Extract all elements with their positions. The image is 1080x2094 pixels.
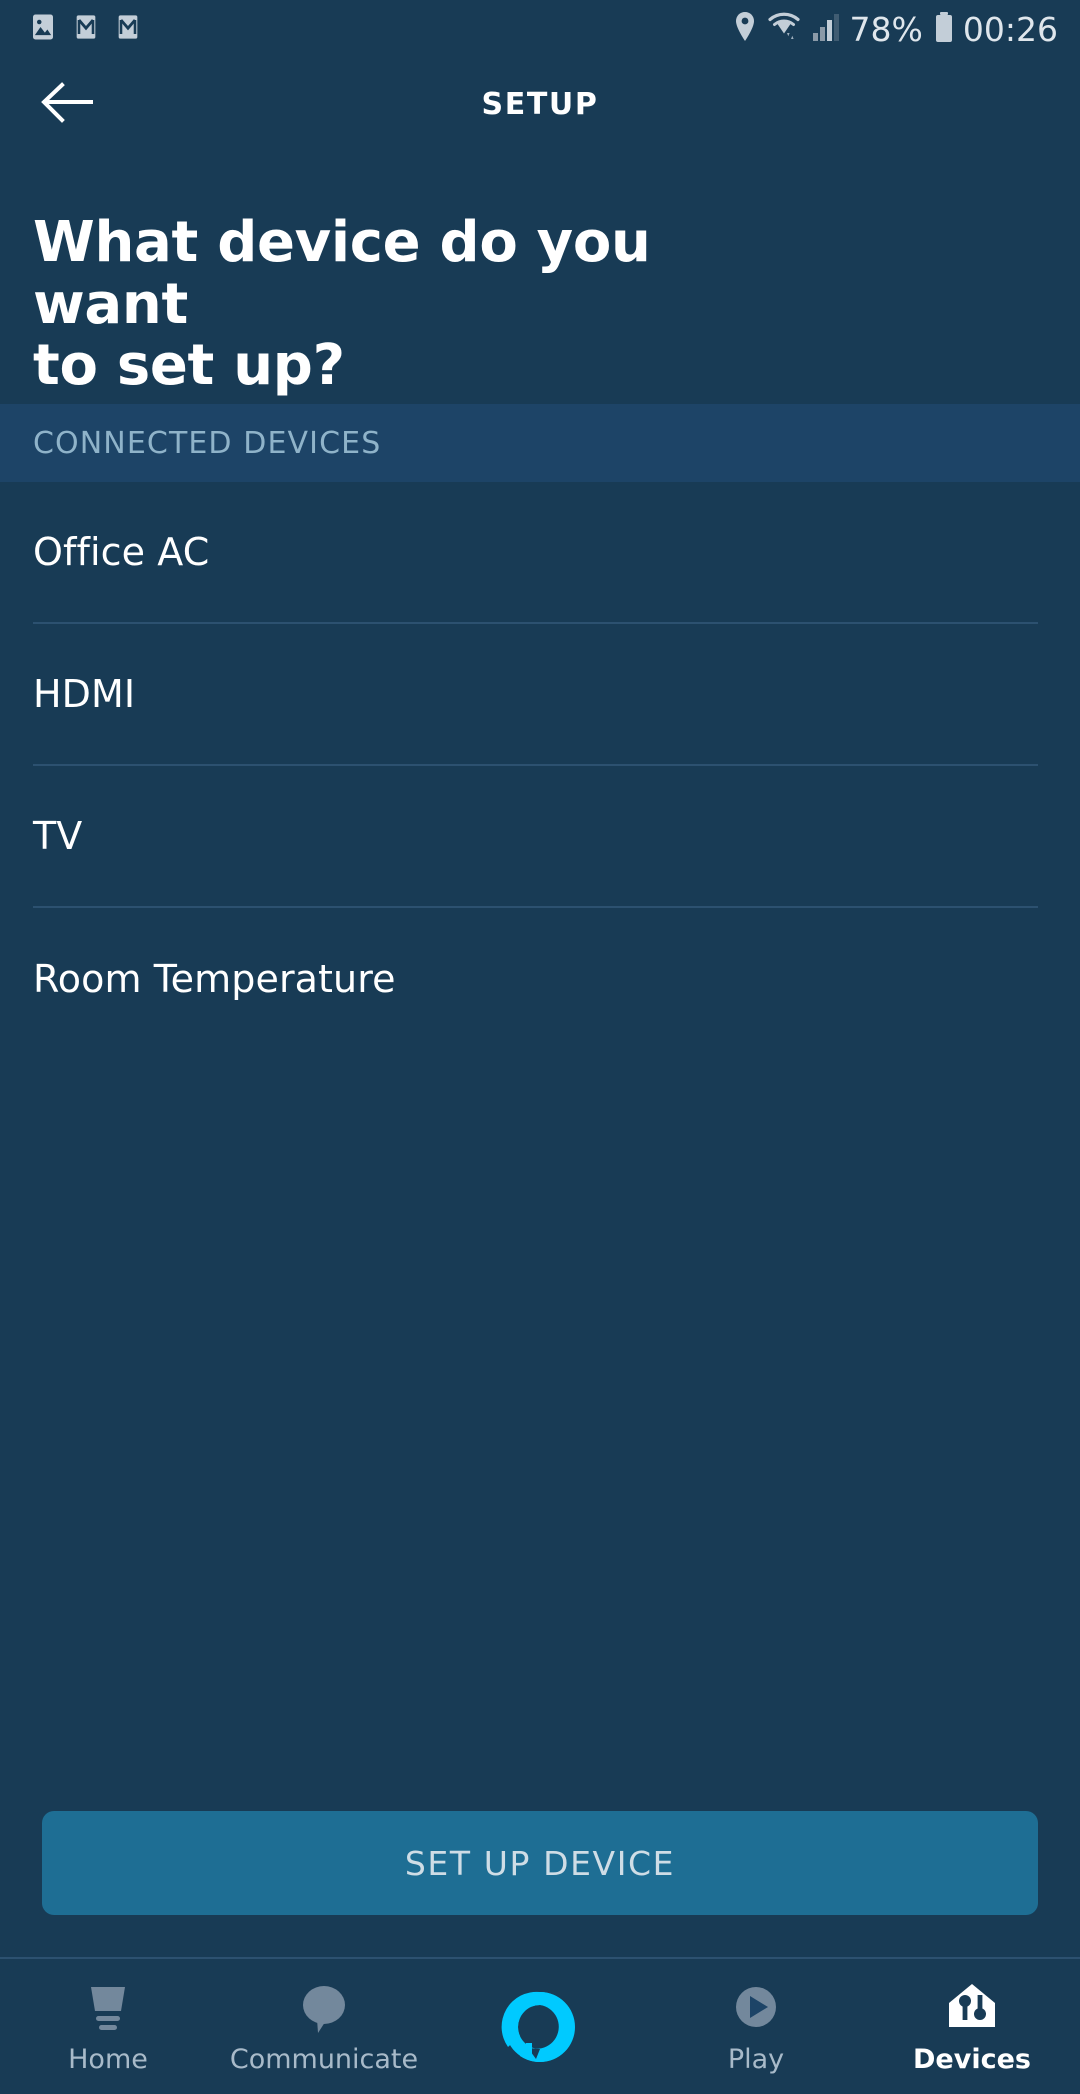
gmail-icon: [72, 12, 100, 46]
status-bar-left-icons: [28, 12, 142, 46]
heading-section: What device do you want to set up?: [0, 150, 1080, 404]
nav-item-devices[interactable]: Devices: [864, 1959, 1080, 2094]
nav-item-communicate[interactable]: Communicate: [216, 1959, 432, 2094]
nav-item-alexa[interactable]: Alexa: [432, 1959, 648, 2094]
gmail-icon: [114, 12, 142, 46]
cell-signal-icon: [811, 11, 841, 47]
clock-label: 00:26: [962, 9, 1058, 49]
alexa-ring-icon: [498, 1991, 582, 2062]
back-button[interactable]: [34, 71, 100, 137]
heading-line-1: What device do you want: [33, 210, 651, 337]
heading-line-2: to set up?: [33, 333, 345, 399]
device-name-label: TV: [33, 814, 83, 858]
page-title: SETUP: [481, 86, 599, 122]
setup-question-heading: What device do you want to set up?: [33, 212, 673, 397]
device-name-label: Office AC: [33, 530, 210, 574]
device-name-label: HDMI: [33, 672, 136, 716]
nav-label-play: Play: [727, 2044, 785, 2075]
cta-container: SET UP DEVICE: [0, 1811, 1080, 1957]
play-circle-icon: [727, 1980, 785, 2038]
image-icon: [28, 12, 58, 46]
location-pin-icon: [733, 11, 757, 47]
device-list: Office AC HDMI TV Room Temperature: [0, 482, 1080, 1811]
connected-devices-section-header: CONNECTED DEVICES: [0, 404, 1080, 482]
battery-percent-label: 78%: [849, 9, 923, 49]
device-name-label: Room Temperature: [33, 957, 396, 1001]
nav-label-communicate: Communicate: [229, 2044, 419, 2075]
nav-label-devices: Devices: [913, 2044, 1031, 2075]
list-item[interactable]: TV: [33, 766, 1038, 908]
battery-icon: [934, 11, 954, 47]
house-sliders-icon: [943, 1980, 1001, 2038]
back-arrow-icon: [40, 80, 94, 128]
list-item[interactable]: Room Temperature: [33, 908, 1038, 1050]
set-up-device-button[interactable]: SET UP DEVICE: [42, 1811, 1038, 1915]
nav-item-play[interactable]: Play: [648, 1959, 864, 2094]
app-screen: 78% 00:26 SETUP What device do you want …: [0, 0, 1080, 2094]
nav-label-home: Home: [68, 2044, 148, 2075]
bottom-navigation-bar: Home Communicate Alexa: [0, 1957, 1080, 2094]
section-header-label: CONNECTED DEVICES: [33, 425, 382, 461]
status-bar: 78% 00:26: [0, 0, 1080, 58]
wifi-icon: [766, 11, 802, 47]
list-item[interactable]: Office AC: [33, 482, 1038, 624]
app-bar: SETUP: [0, 58, 1080, 150]
home-echo-icon: [79, 1980, 137, 2038]
speech-bubble-icon: [295, 1980, 353, 2038]
status-bar-right-icons: 78% 00:26: [733, 11, 1058, 47]
list-item[interactable]: HDMI: [33, 624, 1038, 766]
nav-item-home[interactable]: Home: [0, 1959, 216, 2094]
